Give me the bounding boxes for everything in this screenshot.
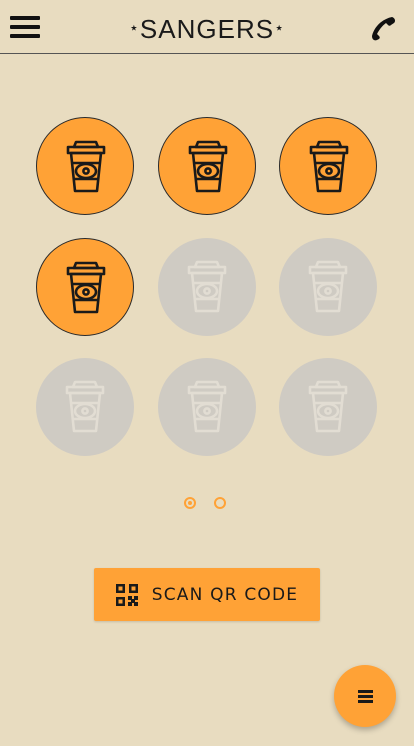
stamp-empty xyxy=(36,358,134,456)
stamp-collected xyxy=(36,117,134,215)
page-dot-2[interactable] xyxy=(214,497,226,509)
scan-qr-label: SCAN QR CODE xyxy=(151,584,299,605)
stamp-collected xyxy=(279,117,377,215)
stamp-empty xyxy=(158,358,256,456)
brand-title: ⋆SANGERS⋆ xyxy=(0,14,414,45)
brand-star-left: ⋆ xyxy=(128,20,140,37)
coffee-cup-icon xyxy=(188,140,228,193)
scan-qr-button[interactable]: SCAN QR CODE xyxy=(94,568,320,621)
coffee-cup-icon xyxy=(309,140,349,193)
coffee-cup-icon xyxy=(187,260,227,313)
stamp-empty xyxy=(158,238,256,336)
app-root: ⋆SANGERS⋆ SCAN QR CODE xyxy=(0,0,414,746)
coffee-cup-icon xyxy=(187,380,227,433)
qr-code-icon xyxy=(115,583,138,606)
page-indicator xyxy=(184,497,234,513)
brand-star-right: ⋆ xyxy=(274,20,286,37)
stamp-collected xyxy=(158,117,256,215)
fab-menu-button[interactable] xyxy=(334,665,396,727)
coffee-cup-icon xyxy=(308,260,348,313)
page-dot-1[interactable] xyxy=(184,497,196,509)
phone-icon[interactable] xyxy=(370,14,398,42)
coffee-cup-icon xyxy=(66,140,106,193)
brand-name: SANGERS xyxy=(139,14,275,44)
coffee-cup-icon xyxy=(308,380,348,433)
coffee-cup-icon xyxy=(66,261,106,314)
stamp-collected xyxy=(36,238,134,336)
stamp-empty xyxy=(279,358,377,456)
app-header: ⋆SANGERS⋆ xyxy=(0,0,414,54)
coffee-cup-icon xyxy=(65,380,105,433)
stamp-empty xyxy=(279,238,377,336)
